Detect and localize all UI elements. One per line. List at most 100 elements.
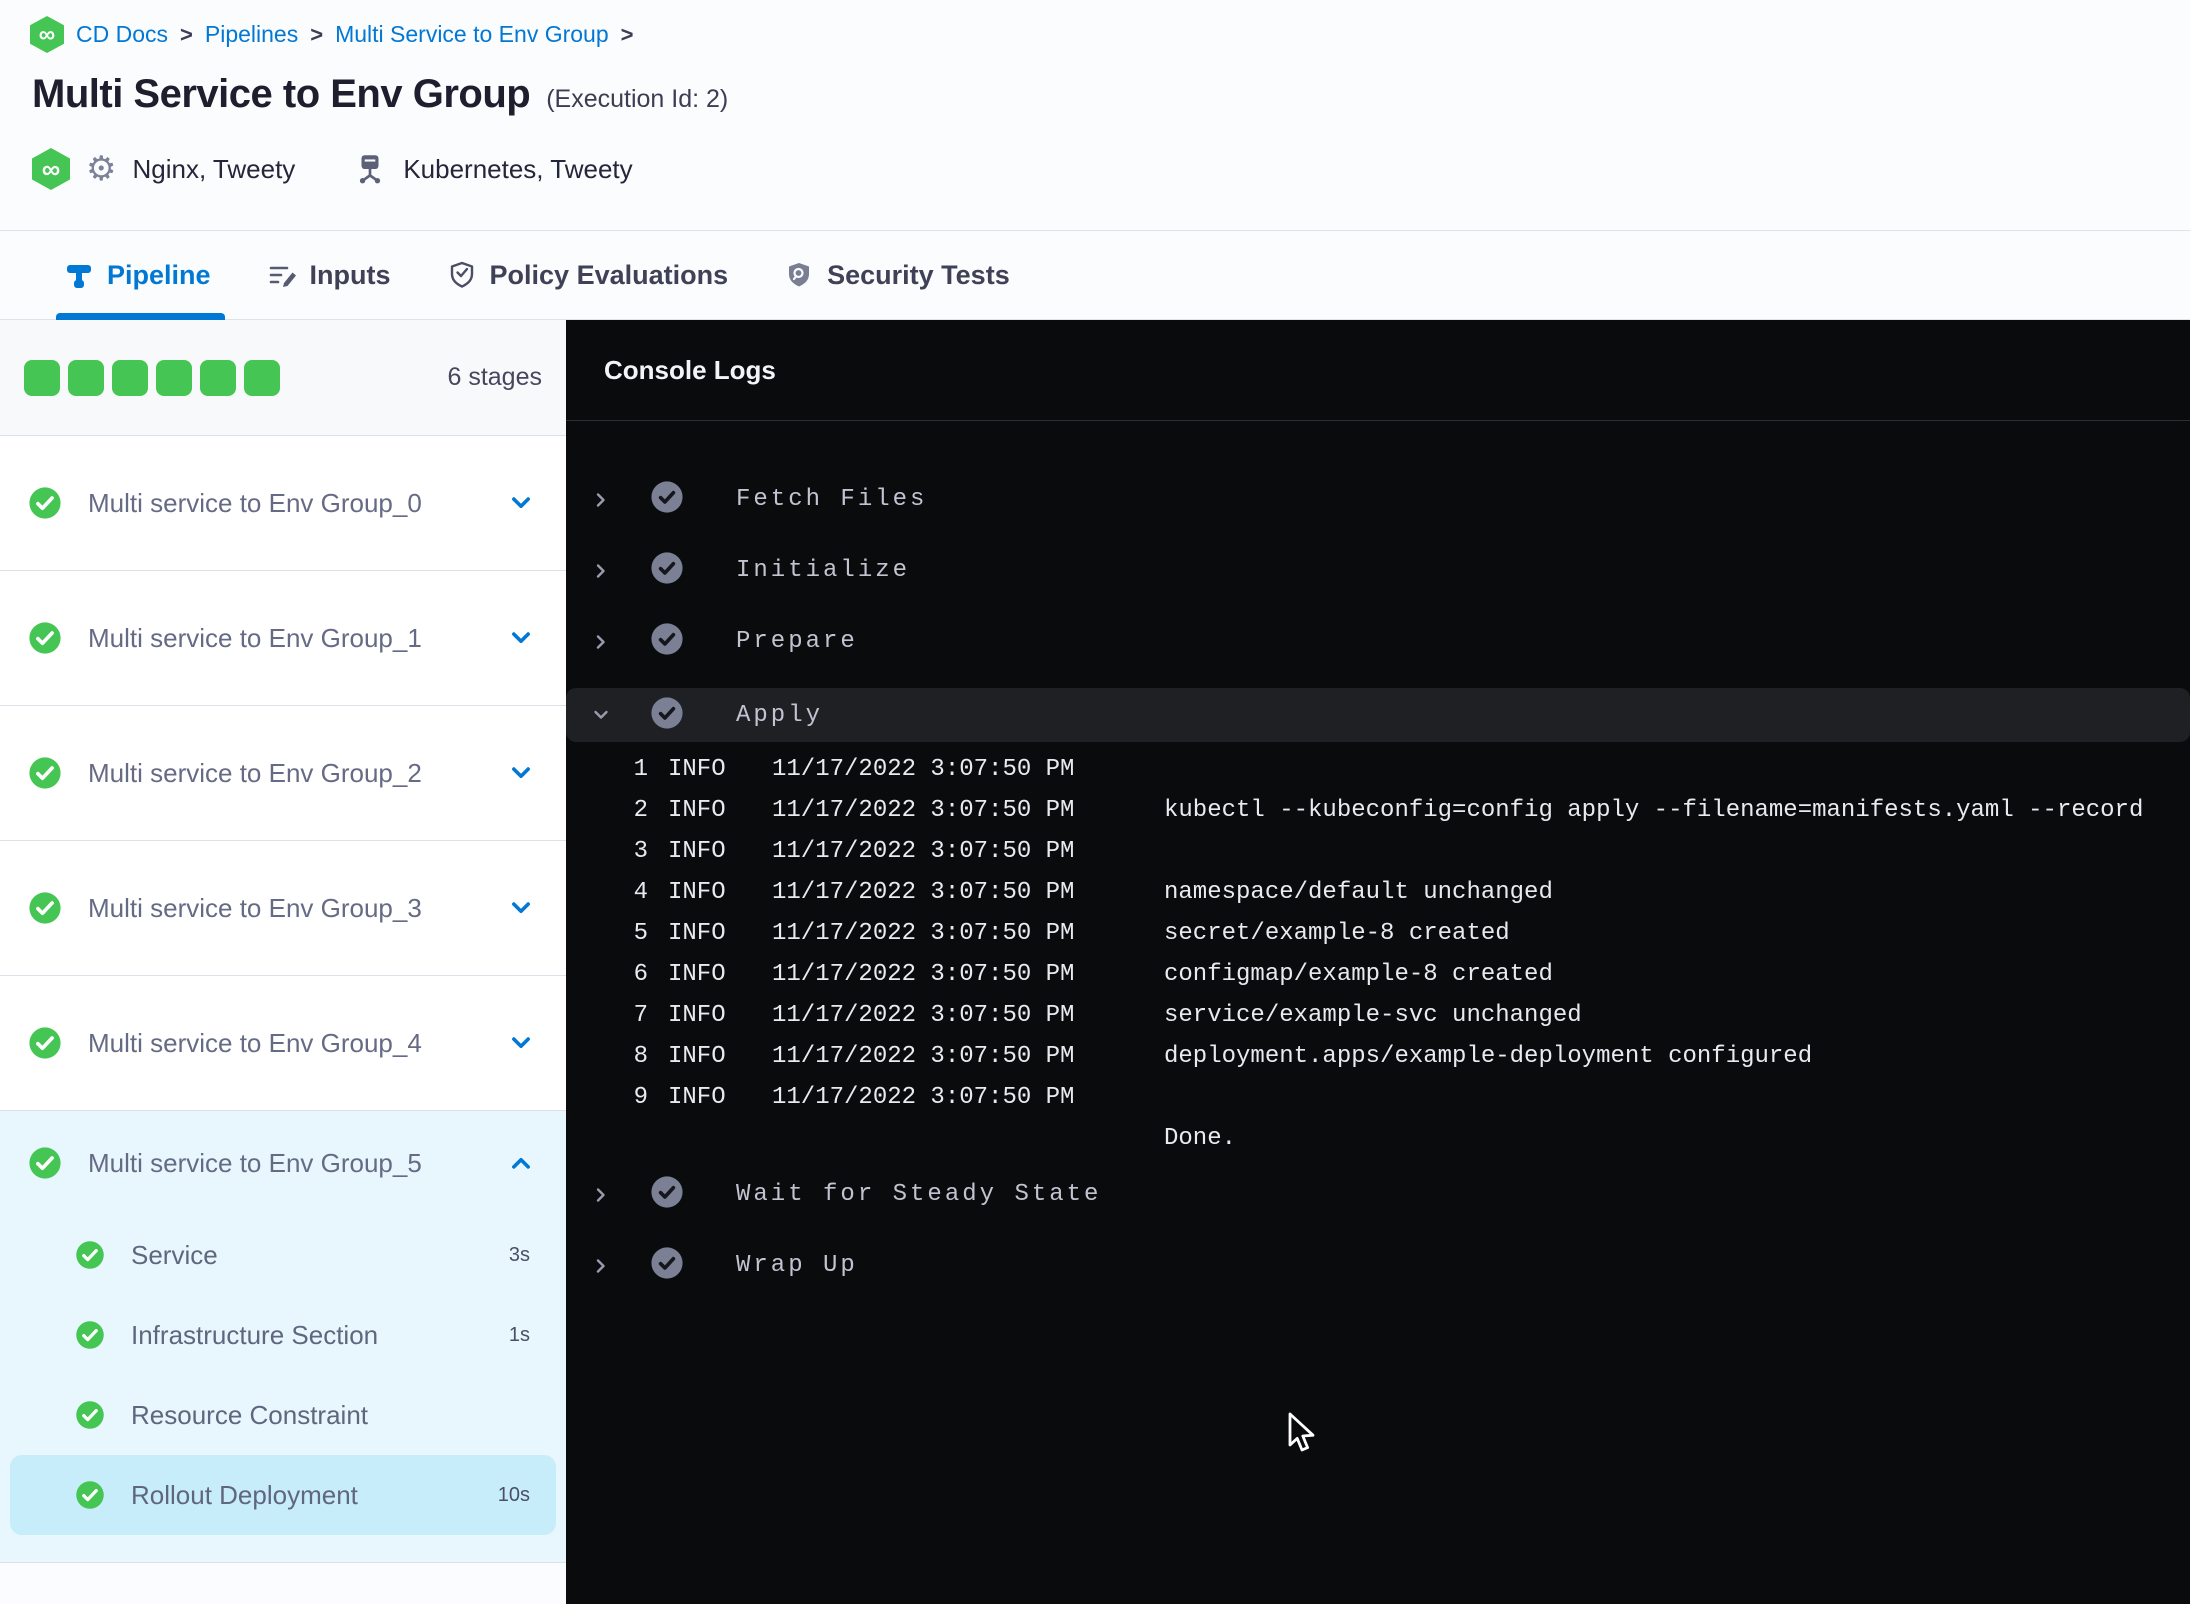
console-section-label: Prepare xyxy=(736,628,858,655)
services-label: Nginx, Tweety xyxy=(132,153,296,184)
stage-success-square xyxy=(112,359,148,396)
log-timestamp: 11/17/2022 3:07:50 PM xyxy=(772,961,1075,988)
success-check-icon xyxy=(651,696,683,729)
console-log-line: 3 INFO 11/17/2022 3:07:50 PM xyxy=(566,831,2190,872)
success-check-icon xyxy=(29,1147,61,1179)
success-check-icon xyxy=(29,1027,61,1059)
chevron-down-icon[interactable] xyxy=(508,1030,534,1056)
stage-row[interactable]: Multi service to Env Group_0 xyxy=(0,436,566,571)
log-line-number: 6 xyxy=(633,961,648,988)
chevron-right-icon[interactable] xyxy=(590,631,612,653)
policy-evaluations-icon xyxy=(450,261,473,288)
services-gear-icon: ⚙ xyxy=(86,150,117,188)
console-log-line: Done. xyxy=(566,1118,2190,1159)
stage-label: Multi service to Env Group_5 xyxy=(88,1147,422,1178)
console-log-line: 5 INFO 11/17/2022 3:07:50 PM secret/example… xyxy=(566,913,2190,954)
tab-inputs[interactable]: Inputs xyxy=(267,231,391,319)
console-section-header[interactable]: Prepare xyxy=(566,606,2190,677)
breadcrumb-link-cd-docs[interactable]: CD Docs xyxy=(76,21,168,48)
tab-label: Security Tests xyxy=(827,259,1010,290)
console-title: Console Logs xyxy=(604,354,776,385)
chevron-down-icon[interactable] xyxy=(508,895,534,921)
stage-row[interactable]: Multi service to Env Group_1 xyxy=(0,571,566,706)
console-section-label: Initialize xyxy=(736,557,911,584)
log-level: INFO xyxy=(668,797,726,824)
console-log-line: 8 INFO 11/17/2022 3:07:50 PM deployment.app… xyxy=(566,1036,2190,1077)
stage-label: Multi service to Env Group_3 xyxy=(88,892,422,923)
log-line-number: 9 xyxy=(633,1084,648,1111)
title-row: Multi Service to Env Group (Execution Id… xyxy=(32,72,728,117)
success-check-icon xyxy=(651,623,683,655)
log-timestamp: 11/17/2022 3:07:50 PM xyxy=(772,1084,1075,1111)
stages-summary: 6 stages xyxy=(0,320,566,436)
console-section-header[interactable]: Apply xyxy=(566,688,2190,742)
tab-policy-evaluations[interactable]: Policy Evaluations xyxy=(447,231,728,319)
chevron-down-icon[interactable] xyxy=(508,760,534,786)
log-message: kubectl --kubeconfig=config apply --file… xyxy=(1164,797,2144,824)
harness-pipeline-icon: ∞ xyxy=(32,148,70,190)
log-message: configmap/example-8 created xyxy=(1164,961,1553,988)
log-level: INFO xyxy=(668,838,726,865)
log-level: INFO xyxy=(668,1002,726,1029)
stage-success-square xyxy=(156,359,192,396)
step-label: Service xyxy=(131,1239,218,1270)
stage-label: Multi service to Env Group_2 xyxy=(88,757,422,788)
step-duration: 10s xyxy=(497,1483,530,1506)
log-line-number: 8 xyxy=(633,1043,648,1070)
chevron-right-icon[interactable] xyxy=(590,1255,612,1277)
stage-label: Multi service to Env Group_0 xyxy=(88,487,422,518)
log-line-number: 4 xyxy=(633,879,648,906)
log-message: namespace/default unchanged xyxy=(1164,879,1553,906)
success-check-icon xyxy=(76,1481,104,1509)
stage-row[interactable]: Multi service to Env Group_2 xyxy=(0,706,566,841)
breadcrumb-link-pipelines[interactable]: Pipelines xyxy=(205,21,298,48)
console-section-label: Wait for Steady State xyxy=(736,1181,1102,1208)
stage-progress-squares xyxy=(24,359,280,396)
console-log-line: 6 INFO 11/17/2022 3:07:50 PM configmap/exam… xyxy=(566,954,2190,995)
tab-security-tests[interactable]: Security Tests xyxy=(784,231,1010,319)
step-label: Resource Constraint xyxy=(131,1399,368,1430)
chevron-right-icon[interactable] xyxy=(590,1184,612,1206)
step-row[interactable]: Service 3s xyxy=(10,1215,556,1295)
chevron-up-icon[interactable] xyxy=(508,1150,534,1176)
console-section-header[interactable]: Wrap Up xyxy=(566,1230,2190,1301)
chevron-down-icon[interactable] xyxy=(508,490,534,516)
pipeline-meta-row: ∞ ⚙ Nginx, Tweety Kubernetes, Tweety xyxy=(32,148,633,190)
stage-success-square xyxy=(244,359,280,396)
step-label: Rollout Deployment xyxy=(131,1479,358,1510)
environments-label: Kubernetes, Tweety xyxy=(403,153,633,184)
step-row[interactable]: Rollout Deployment 10s xyxy=(10,1455,556,1535)
success-check-icon xyxy=(29,622,61,654)
success-check-icon xyxy=(651,552,683,584)
success-check-icon xyxy=(29,487,61,519)
console-section-label: Fetch Files xyxy=(736,486,928,513)
step-row[interactable]: Resource Constraint xyxy=(10,1375,556,1455)
stage-row[interactable]: Multi service to Env Group_4 xyxy=(0,976,566,1111)
log-timestamp: 11/17/2022 3:07:50 PM xyxy=(772,920,1075,947)
step-duration: 3s xyxy=(508,1243,530,1266)
chevron-down-icon[interactable] xyxy=(508,625,534,651)
tab-pipeline[interactable]: Pipeline xyxy=(56,231,225,320)
console-section-header[interactable]: Wait for Steady State xyxy=(566,1159,2190,1230)
chevron-right-icon[interactable] xyxy=(590,489,612,511)
stage-row[interactable]: Multi service to Env Group_5 xyxy=(0,1111,566,1215)
chevron-down-icon[interactable] xyxy=(590,704,612,726)
harness-logo-icon: ∞ xyxy=(30,16,64,53)
step-duration: 1s xyxy=(508,1323,530,1346)
console-section-header[interactable]: Fetch Files xyxy=(566,464,2190,535)
console-log-line: 1 INFO 11/17/2022 3:07:50 PM xyxy=(566,749,2190,790)
log-timestamp: 11/17/2022 3:07:50 PM xyxy=(772,1043,1075,1070)
breadcrumb-link-pipeline-name[interactable]: Multi Service to Env Group xyxy=(335,21,609,48)
stage-list: Multi service to Env Group_0 Multi servi… xyxy=(0,436,566,1563)
log-line-number: 5 xyxy=(633,920,648,947)
console-section-header[interactable]: Initialize xyxy=(566,535,2190,606)
step-row[interactable]: Infrastructure Section 1s xyxy=(10,1295,556,1375)
success-check-icon xyxy=(29,892,61,924)
stage-success-square xyxy=(68,359,104,396)
stage-row[interactable]: Multi service to Env Group_3 xyxy=(0,841,566,976)
log-level: INFO xyxy=(668,1084,726,1111)
stage-success-square xyxy=(200,359,236,396)
step-label: Infrastructure Section xyxy=(131,1319,379,1350)
log-level: INFO xyxy=(668,961,726,988)
chevron-right-icon[interactable] xyxy=(590,560,612,582)
